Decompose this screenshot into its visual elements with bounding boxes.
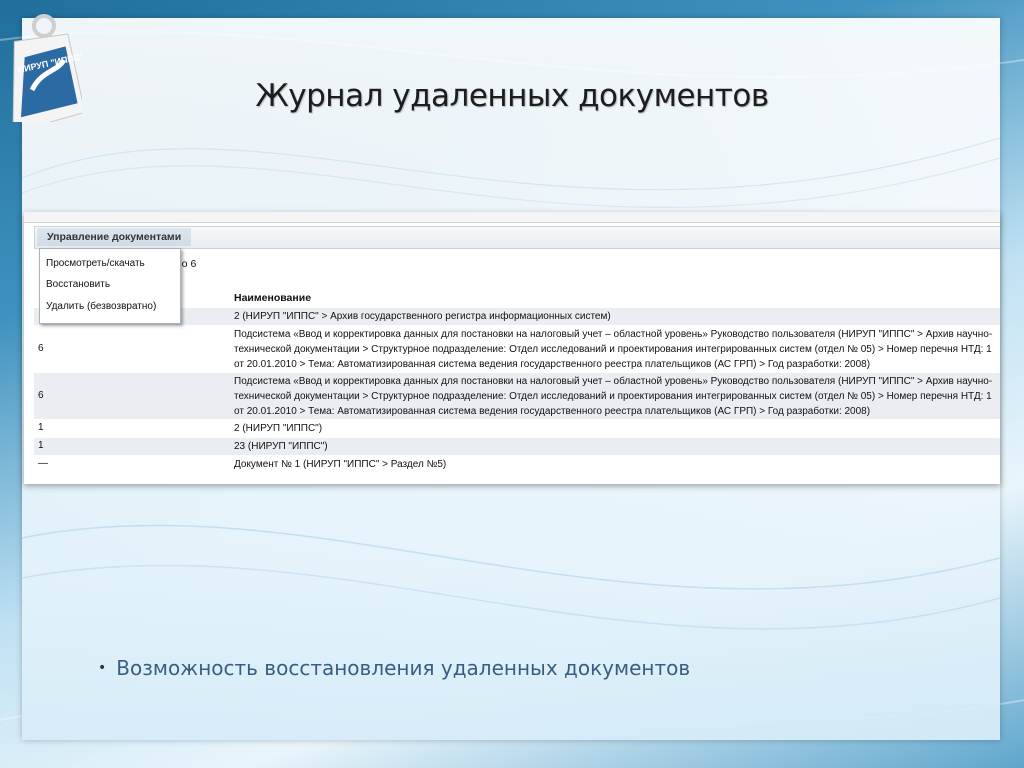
top-bar [24,212,1000,223]
row-name: 2 (НИРУП "ИППС" > Архив государственного… [234,311,611,322]
bullet-icon: • [98,660,107,676]
menu-tab-document-management[interactable]: Управление документами [37,228,192,246]
bullet-text: Возможность восстановления удаленных док… [116,656,691,680]
table-row[interactable]: 6 Подсистема «Ввод и корректировка данны… [34,373,1000,419]
row-name: Подсистема «Ввод и корректировка данных … [234,329,993,370]
menu-item-restore[interactable]: Восстановить [46,279,110,290]
row-name: 2 (НИРУП "ИППС") [234,423,323,434]
row-count: 6 [38,390,44,401]
table-row[interactable]: — Документ № 1 (НИРУП "ИППС" > Раздел №5… [34,456,1000,473]
table-row[interactable]: 6 Подсистема «Ввод и корректировка данны… [34,326,1000,372]
row-name: 23 (НИРУП "ИППС") [234,441,328,452]
row-name: Подсистема «Ввод и корректировка данных … [234,376,993,417]
table-row[interactable]: 1 2 (НИРУП "ИППС") [34,420,1000,437]
column-header-name[interactable]: Наименование [234,292,311,304]
menu-bar: Управление документами [34,226,1000,249]
app-screenshot: Управление документами по 6 Наименование… [24,212,1000,484]
context-menu: Просмотреть/скачать Восстановить Удалить… [39,248,181,324]
menu-item-delete-permanently[interactable]: Удалить (безвозвратно) [46,301,156,312]
row-count: 1 [38,422,44,433]
row-count: 6 [38,343,44,354]
table-row[interactable]: 1 23 (НИРУП "ИППС") [34,438,1000,455]
row-count: — [38,458,48,469]
slide-title: Журнал удаленных документов [255,78,769,114]
bullet-point: • Возможность восстановления удаленных до… [98,656,690,680]
row-count: 1 [38,440,44,451]
menu-item-view-download[interactable]: Просмотреть/скачать [46,258,145,269]
row-name: Документ № 1 (НИРУП "ИППС" > Раздел №5) [234,459,447,470]
